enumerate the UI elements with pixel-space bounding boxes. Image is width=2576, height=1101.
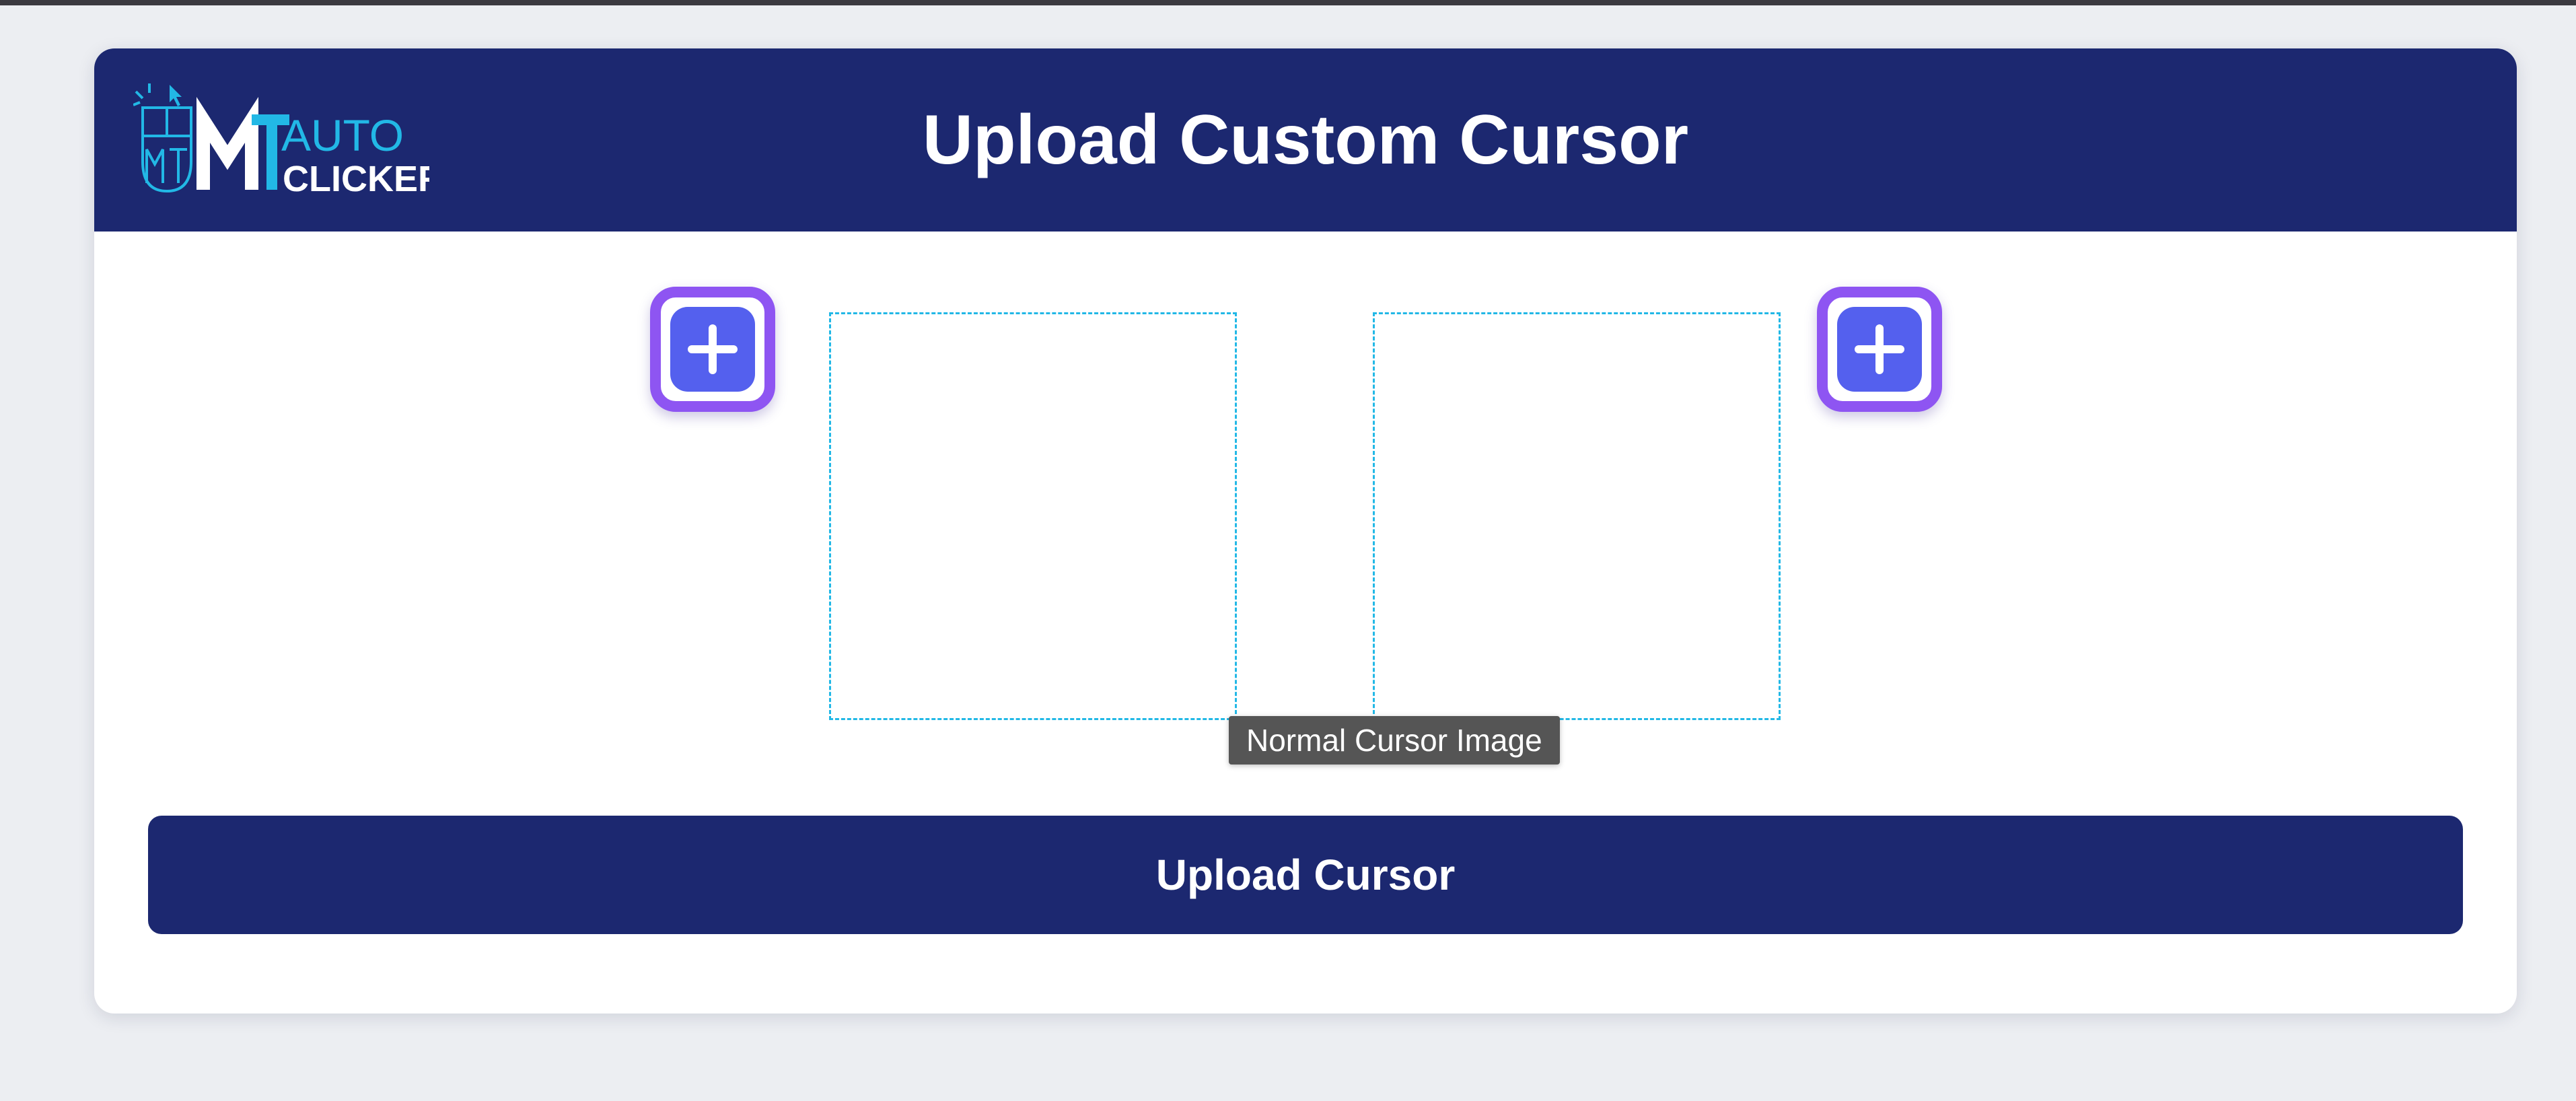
plus-icon [1855, 324, 1904, 374]
upload-cursor-button[interactable]: Upload Cursor [148, 816, 2463, 934]
upload-cursor-card: AUTO CLICKER Upload Custom Cursor Normal… [94, 48, 2517, 1014]
add-button-fill [1837, 307, 1922, 392]
window-top-strip [0, 0, 2576, 5]
add-normal-cursor-button[interactable] [1817, 287, 1942, 412]
page-title: Upload Custom Cursor [922, 101, 1689, 179]
add-button-fill [670, 307, 755, 392]
plus-icon [688, 324, 738, 374]
card-header: AUTO CLICKER Upload Custom Cursor [94, 48, 2517, 232]
hover-cursor-dropzone[interactable] [1373, 312, 1781, 720]
cursor-tooltip: Normal Cursor Image [1229, 716, 1560, 765]
add-hover-cursor-button[interactable] [650, 287, 775, 412]
normal-cursor-dropzone[interactable] [829, 312, 1237, 720]
